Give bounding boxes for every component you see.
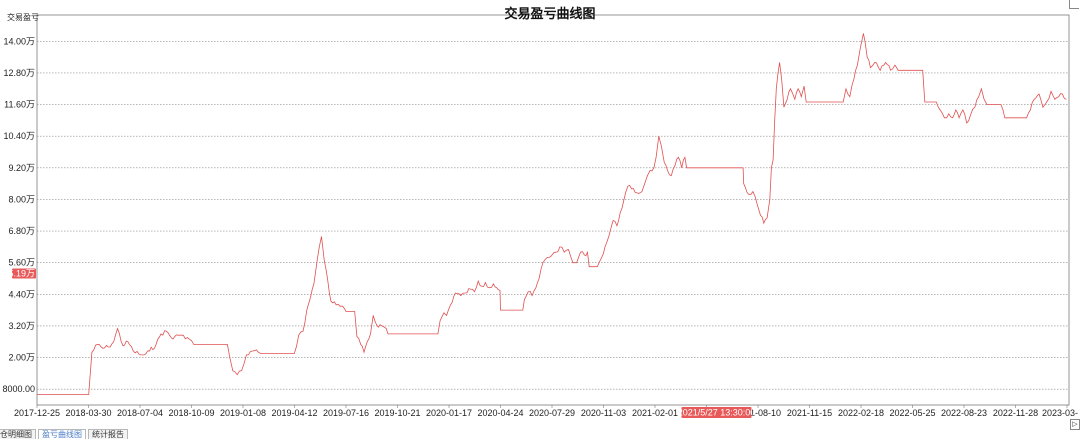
y-tick-label: 8000.00 [2,384,35,394]
x-tick-label: 2022-08-23 [941,408,987,418]
x-tick-label: 2020-07-29 [529,408,575,418]
cursor-x-tag: 2021/5/27 13:30:00 [678,407,756,418]
y-tick-label: 6.80万 [8,226,35,236]
x-tick-label: 2022-05-25 [889,408,935,418]
chart-title: 交易盈亏曲线图 [504,6,595,21]
x-tick-label: 2023-03- [1042,408,1078,418]
y-tick-labels: 8000.00 2.00万 3.20万 4.40万 5.60万 6.80万 8.00万 9.2… [2,36,35,394]
pnl-chart: 8000.00 2.00万 3.20万 4.40万 5.60万 6.80万 8.00万 9.2… [2,6,1078,418]
chart-panel: 8000.00 2.00万 3.20万 4.40万 5.60万 6.80万 8.00万 9.2… [0,0,1080,439]
x-tick-label: 2019-01-08 [220,408,266,418]
x-tick-label: 2021-02-01 [632,408,678,418]
x-tick-label: 2017-12-25 [14,408,60,418]
x-tick-labels: 2017-12-25 2018-03-30 2018-07-04 2018-10-09… [14,405,1078,418]
x-tick-label: 2019-10-21 [374,408,420,418]
x-tick-label: 2019-07-16 [323,408,369,418]
y-tick-label: 10.40万 [3,131,35,141]
y-tick-label: 9.20万 [8,163,35,173]
x-tick-label: 2018-07-04 [117,408,163,418]
x-tick-label: 2022-11-28 [993,408,1038,418]
bottom-tab-bar: 持仓明细图 盈亏曲线图 统计报告 [0,428,1080,439]
y-axis-label: 交易盈亏 [7,12,39,22]
y-tick-label: 2.00万 [8,353,35,363]
y-tick-label: 4.40万 [8,289,35,299]
y-tick-label: 8.00万 [8,194,35,204]
y-tick-label: 12.80万 [3,68,35,78]
x-tick-label: 2019-04-12 [271,408,317,418]
x-tick-label: 2022-02-18 [838,408,884,418]
plot-area [37,15,1069,405]
cursor-y-value: 5.19万 [8,269,35,279]
x-tick-label: 2018-10-09 [168,408,214,418]
x-tick-label: 2020-04-24 [477,408,523,418]
y-tick-label: 3.20万 [8,321,35,331]
y-tick-label: 11.60万 [4,100,35,110]
panel-corner-marker [1069,0,1079,9]
x-tick-label: 2018-03-30 [65,408,111,418]
cursor-x-value: 2021/5/27 13:30:00 [678,408,756,418]
y-tick-label: 14.00万 [3,36,35,46]
cursor-y-tag: 5.19万 [8,268,36,279]
x-tick-label: 2020-11-03 [581,408,626,418]
x-tick-label: 2021-11-15 [787,408,832,418]
x-tick-label: 2020-01-17 [426,408,472,418]
y-tick-label: 5.60万 [8,258,35,268]
